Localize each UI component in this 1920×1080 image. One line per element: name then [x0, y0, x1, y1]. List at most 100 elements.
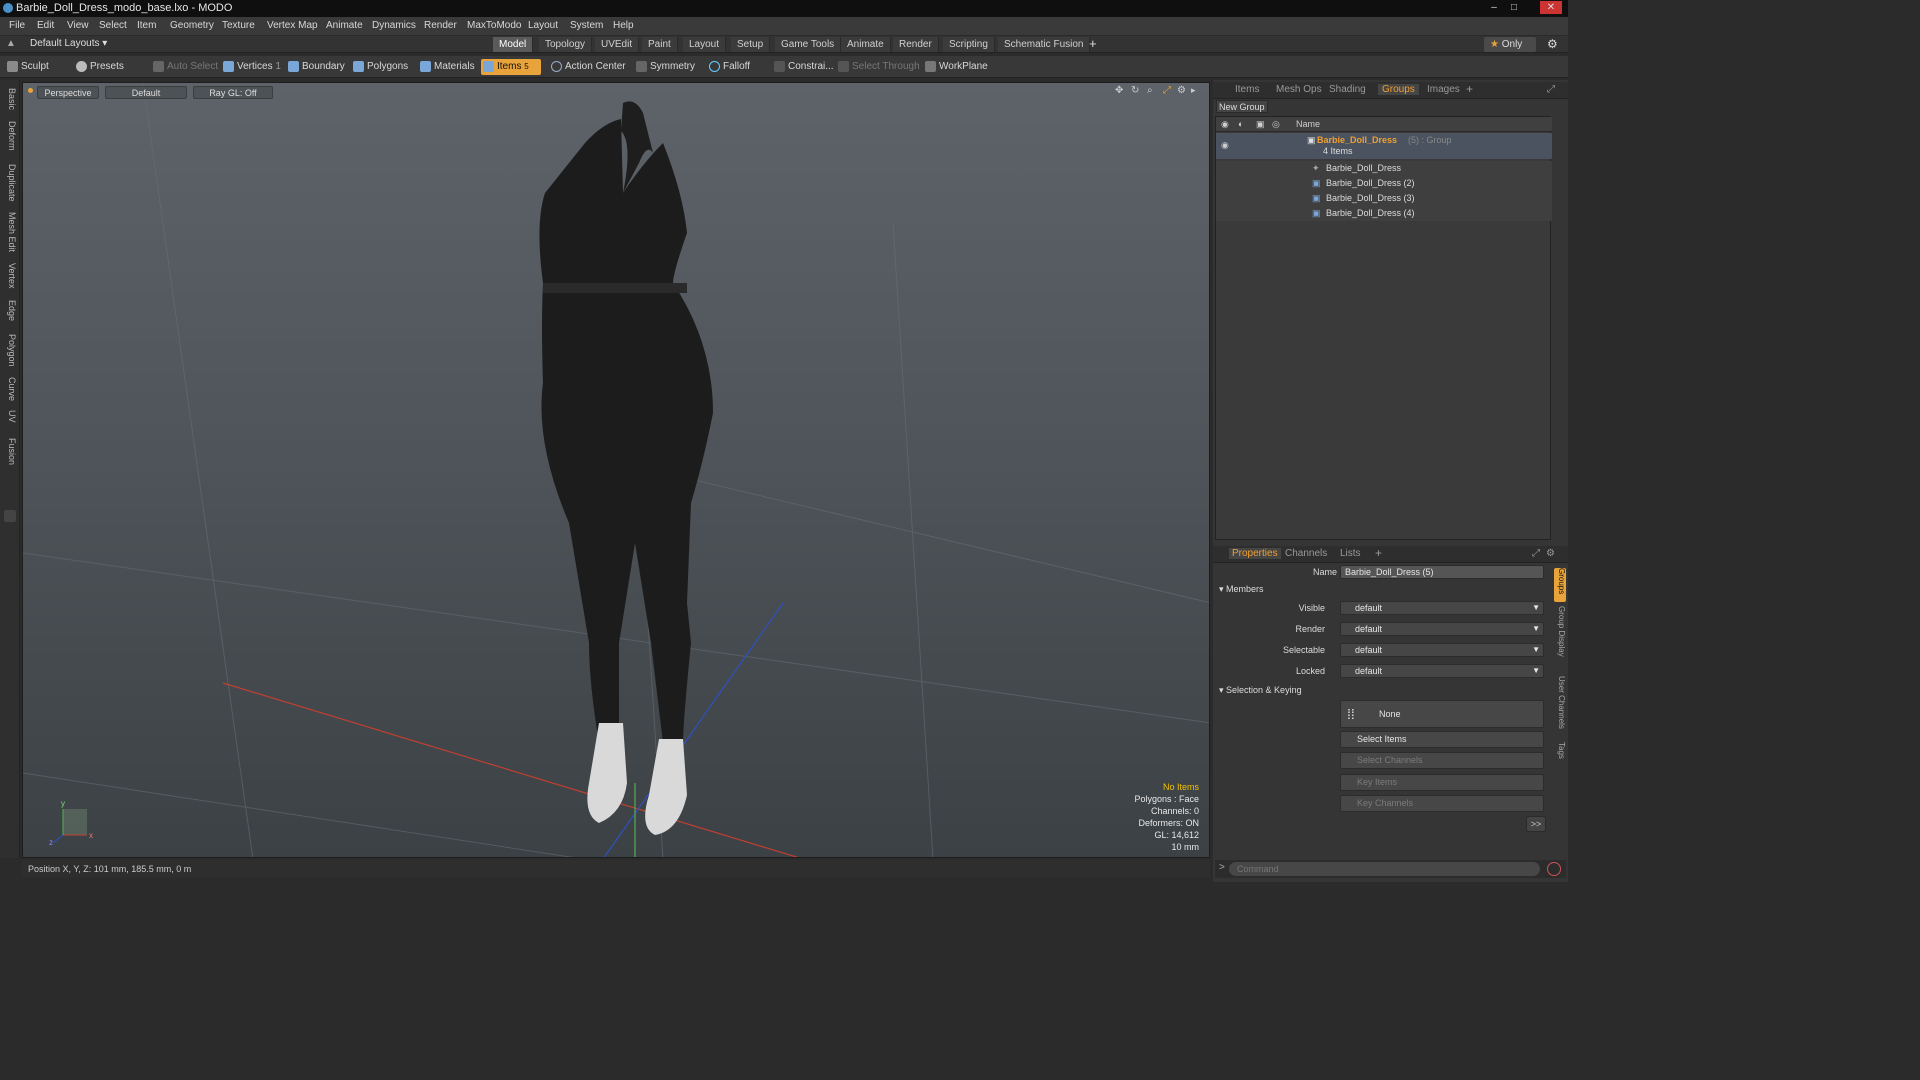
- group-visibility-icon[interactable]: ◉: [1221, 138, 1229, 153]
- side-tab-user-channels[interactable]: User Channels: [1554, 676, 1566, 738]
- select-items-button[interactable]: Select Items: [1340, 731, 1544, 748]
- menu-texture[interactable]: Texture: [222, 20, 255, 31]
- list-item[interactable]: ▣ Barbie_Doll_Dress (4): [1216, 206, 1552, 221]
- menu-help[interactable]: Help: [613, 20, 634, 31]
- tab-basic[interactable]: Basic: [2, 84, 17, 114]
- tab-polygon[interactable]: Polygon: [2, 330, 17, 370]
- tab-mesh-ops[interactable]: Mesh Ops: [1276, 84, 1322, 95]
- auto-select-button[interactable]: Auto Select: [151, 59, 218, 75]
- menu-item[interactable]: Item: [137, 20, 156, 31]
- more-button[interactable]: >>: [1526, 816, 1546, 832]
- items-button[interactable]: Items 5: [481, 59, 541, 75]
- menu-vertex-map[interactable]: Vertex Map: [267, 20, 318, 31]
- members-section[interactable]: ▾ Members: [1219, 584, 1264, 595]
- select-column-icon[interactable]: ◎: [1272, 117, 1280, 132]
- command-input[interactable]: [1229, 862, 1540, 876]
- new-group-button[interactable]: New Group: [1216, 100, 1268, 113]
- menu-system[interactable]: System: [570, 20, 603, 31]
- minimize-button[interactable]: –: [1486, 1, 1502, 14]
- list-item[interactable]: ✦ Barbie_Doll_Dress: [1216, 161, 1552, 176]
- menu-maxtomodo[interactable]: MaxToModo: [467, 20, 521, 31]
- add-tab-icon[interactable]: +: [1089, 36, 1097, 51]
- menu-animate[interactable]: Animate: [326, 20, 363, 31]
- materials-button[interactable]: Materials: [418, 59, 475, 75]
- menu-select[interactable]: Select: [99, 20, 127, 31]
- vertices-button[interactable]: Vertices 1: [221, 59, 281, 75]
- visible-dropdown[interactable]: default ▼: [1340, 601, 1544, 615]
- menu-render[interactable]: Render: [424, 20, 457, 31]
- tab-images[interactable]: Images: [1427, 84, 1460, 95]
- menu-view[interactable]: View: [67, 20, 89, 31]
- tab-animate[interactable]: Animate: [841, 37, 891, 52]
- tab-items[interactable]: Items: [1235, 84, 1259, 95]
- tab-edge[interactable]: Edge: [2, 296, 17, 326]
- viewport-menu-icon[interactable]: [28, 88, 33, 93]
- shading-default-button[interactable]: Default: [105, 86, 187, 99]
- tab-topology[interactable]: Topology: [539, 37, 593, 52]
- key-items-button[interactable]: Key Items: [1340, 774, 1544, 791]
- tab-curve[interactable]: Curve: [2, 374, 17, 404]
- gear-icon[interactable]: ⚙: [1546, 548, 1555, 559]
- boundary-button[interactable]: Boundary: [286, 59, 345, 75]
- 3d-viewport[interactable]: y x z Perspective Default Ray GL: Off ✥ …: [22, 82, 1210, 858]
- selectable-dropdown[interactable]: default ▼: [1340, 643, 1544, 657]
- add-tab-icon[interactable]: +: [1466, 82, 1473, 96]
- tab-groups[interactable]: Groups: [1378, 84, 1419, 95]
- view-perspective-button[interactable]: Perspective: [37, 86, 99, 99]
- layout-preset-dropdown[interactable]: Default Layouts ▾: [30, 38, 107, 49]
- tab-schematic-fusion[interactable]: Schematic Fusion: [998, 37, 1091, 52]
- render-column-icon[interactable]: ◐: [1238, 117, 1243, 132]
- workplane-button[interactable]: WorkPlane: [923, 59, 988, 75]
- menu-layout[interactable]: Layout: [528, 20, 558, 31]
- zoom-icon[interactable]: ⌕: [1147, 85, 1153, 96]
- polygons-button[interactable]: Polygons: [351, 59, 408, 75]
- tab-game-tools[interactable]: Game Tools: [775, 37, 842, 52]
- sculpt-button[interactable]: Sculpt: [5, 59, 49, 75]
- tab-uv[interactable]: UV: [2, 408, 17, 424]
- tab-vertex[interactable]: Vertex: [2, 258, 17, 294]
- tab-channels[interactable]: Channels: [1285, 548, 1327, 559]
- rotate-icon[interactable]: ↻: [1131, 85, 1139, 96]
- menu-dynamics[interactable]: Dynamics: [372, 20, 416, 31]
- layout-menu-icon[interactable]: ▲: [6, 38, 16, 49]
- group-row[interactable]: ◉ ▣ Barbie_Doll_Dress (5) : Group 4 Item…: [1216, 133, 1552, 159]
- name-field[interactable]: Barbie_Doll_Dress (5): [1340, 565, 1544, 579]
- fit-icon[interactable]: ⤢: [1163, 85, 1171, 96]
- locked-dropdown[interactable]: default ▼: [1340, 664, 1544, 678]
- dress-model[interactable]: [539, 101, 713, 835]
- expand-panel-icon[interactable]: ⤢: [1547, 84, 1555, 95]
- tab-duplicate[interactable]: Duplicate: [2, 160, 17, 206]
- gear-icon[interactable]: ⚙: [1547, 37, 1558, 51]
- viewport-expand-icon[interactable]: ▸: [1191, 85, 1196, 96]
- render-dropdown[interactable]: default ▼: [1340, 622, 1544, 636]
- tab-paint[interactable]: Paint: [642, 37, 678, 52]
- menu-geometry[interactable]: Geometry: [170, 20, 214, 31]
- list-item[interactable]: ▣ Barbie_Doll_Dress (3): [1216, 191, 1552, 206]
- falloff-button[interactable]: Falloff: [707, 59, 750, 75]
- side-tab-group-display[interactable]: Group Display: [1554, 606, 1566, 664]
- raygl-button[interactable]: Ray GL: Off: [193, 86, 273, 99]
- symmetry-button[interactable]: Symmetry: [634, 59, 695, 75]
- menu-edit[interactable]: Edit: [37, 20, 54, 31]
- select-channels-button[interactable]: Select Channels: [1340, 752, 1544, 769]
- visibility-column-icon[interactable]: ◉: [1221, 117, 1229, 132]
- none-button[interactable]: ⁞⁞ None: [1340, 700, 1544, 728]
- pan-icon[interactable]: ✥: [1115, 85, 1123, 96]
- tab-uvedit[interactable]: UVEdit: [595, 37, 640, 52]
- tab-deform[interactable]: Deform: [2, 118, 17, 154]
- tab-fusion[interactable]: Fusion: [2, 436, 17, 468]
- side-tab-groups[interactable]: Groups: [1554, 568, 1566, 602]
- tab-layout[interactable]: Layout: [683, 37, 727, 52]
- presets-button[interactable]: Presets: [74, 59, 124, 75]
- key-channels-button[interactable]: Key Channels: [1340, 795, 1544, 812]
- tab-setup[interactable]: Setup: [731, 37, 771, 52]
- only-toggle[interactable]: ★ Only: [1484, 37, 1536, 52]
- tab-shading[interactable]: Shading: [1329, 84, 1366, 95]
- side-tab-tags[interactable]: Tags: [1554, 742, 1566, 766]
- action-center-button[interactable]: Action Center: [549, 59, 626, 75]
- menu-file[interactable]: File: [9, 20, 25, 31]
- close-button[interactable]: ✕: [1540, 1, 1562, 14]
- tab-render[interactable]: Render: [893, 37, 939, 52]
- selection-keying-section[interactable]: ▾ Selection & Keying: [1219, 685, 1302, 696]
- lock-column-icon[interactable]: ▣: [1256, 117, 1265, 132]
